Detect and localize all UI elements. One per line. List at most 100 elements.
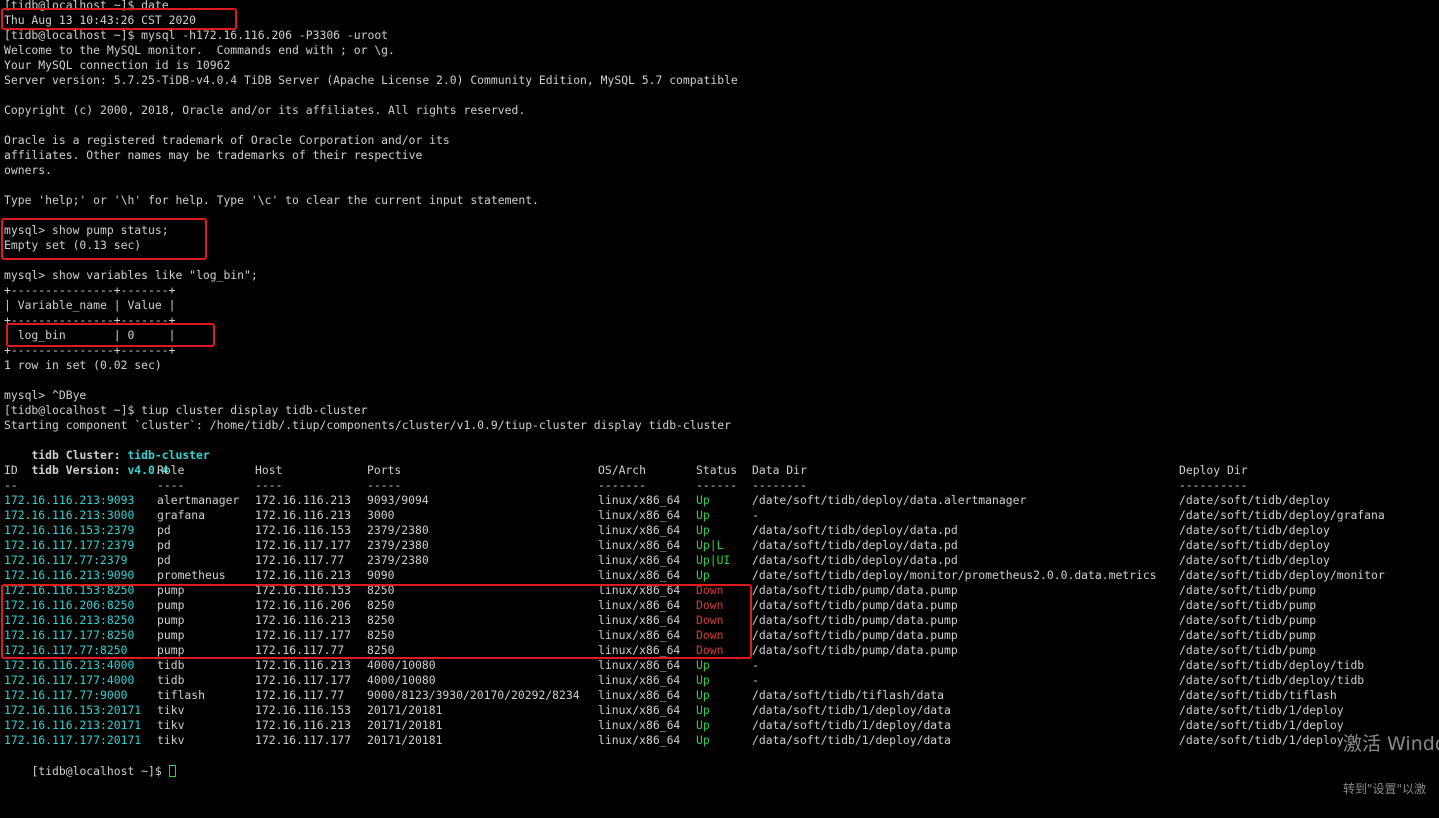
cluster-version-line: tidb Version: v4.0.4 (4, 448, 168, 477)
cell-deploy-dir: /date/soft/tidb/deploy/grafana (1179, 508, 1385, 522)
cell-id: 172.16.116.213:3000 (4, 508, 135, 522)
cell-data-dir: Data Dir (752, 463, 807, 477)
cell-ports: 8250 (367, 628, 395, 642)
table-separator: -- ---- ---- ----- ------- ------ -------- ----… (0, 478, 1439, 493)
cell-ports: 4000/10080 (367, 658, 436, 672)
cell-data-dir: /data/soft/tidb/1/deploy/data (752, 733, 951, 747)
cell-status: Down (696, 643, 724, 657)
terminal-line: | Variable_name | Value | (4, 298, 176, 312)
cell-id: 172.16.117.177:8250 (4, 628, 135, 642)
cell-os-arch: linux/x86_64 (598, 538, 681, 552)
watermark-line2: 转到"设置"以激 (1343, 781, 1427, 796)
cell-ports: 8250 (367, 613, 395, 627)
cell-os-arch: linux/x86_64 (598, 553, 681, 567)
cell-deploy-dir: /date/soft/tidb/pump (1179, 583, 1317, 597)
cell-ports: 9000/8123/3930/20170/20292/8234 (367, 688, 580, 702)
cell-deploy-dir: /date/soft/tidb/deploy (1179, 493, 1330, 507)
terminal-line: | log_bin | 0 | (4, 328, 176, 342)
final-prompt-line[interactable]: [tidb@localhost ~]$ (4, 748, 176, 778)
table-row: 172.16.116.213:8250 pump 172.16.116.213 825… (0, 613, 1439, 628)
cell-ports: 9093/9094 (367, 493, 429, 507)
terminal-line: mysql> ^DBye (4, 388, 87, 402)
terminal-line: owners. (4, 163, 53, 177)
cell-data-dir: /data/soft/tidb/deploy/data.pd (752, 523, 958, 537)
cell-deploy-dir: /date/soft/tidb/tiflash (1179, 688, 1337, 702)
cell-host: Host (255, 463, 283, 477)
terminal-line: Copyright (c) 2000, 2018, Oracle and/or … (4, 103, 526, 117)
terminal-window[interactable]: [tidb@localhost ~]$ date Thu Aug 13 10:43… (0, 0, 1439, 795)
cell-data-dir: /data/soft/tidb/pump/data.pump (752, 583, 958, 597)
table-header: ID Role Host Ports OS/Arch Status Data Dir Depl… (0, 463, 1439, 478)
cell-data-dir: /data/soft/tidb/pump/data.pump (752, 643, 958, 657)
cell-host: 172.16.116.213 (255, 508, 352, 522)
cell-status: Status (696, 463, 738, 477)
cell-ports: Ports (367, 463, 402, 477)
table-row: 172.16.117.177:8250 pump 172.16.117.177 825… (0, 628, 1439, 643)
cell-os-arch: linux/x86_64 (598, 493, 681, 507)
cell-ports: 2379/2380 (367, 553, 429, 567)
cell-host: 172.16.116.213 (255, 718, 352, 732)
cell-status: Up (696, 673, 710, 687)
cell-ports: 4000/10080 (367, 673, 436, 687)
cell-ports: 20171/20181 (367, 718, 443, 732)
cell-status: Up (696, 508, 710, 522)
cell-host: 172.16.117.177 (255, 733, 352, 747)
cell-role: pump (157, 613, 185, 627)
cell-id: 172.16.116.213:9090 (4, 568, 135, 582)
cell-role: tidb (157, 673, 185, 687)
cell-host: 172.16.117.177 (255, 538, 352, 552)
cell-id: ID (4, 463, 18, 477)
table-row: 172.16.116.213:20171 tikv 172.16.116.213 20… (0, 718, 1439, 733)
terminal-line: Thu Aug 13 10:43:26 CST 2020 (4, 13, 197, 27)
cell-os-arch: linux/x86_64 (598, 598, 681, 612)
cell-data-dir: /data/soft/tidb/deploy/data.pd (752, 538, 958, 552)
table-row: 172.16.116.153:8250 pump 172.16.116.153 825… (0, 583, 1439, 598)
final-prompt: [tidb@localhost ~]$ (31, 764, 169, 778)
table-row: 172.16.117.77:8250 pump 172.16.117.77 8250 l… (0, 643, 1439, 658)
cell-role: prometheus (157, 568, 226, 582)
cell-data-dir: /data/soft/tidb/1/deploy/data (752, 703, 951, 717)
cell-id: 172.16.117.77:9000 (4, 688, 128, 702)
cell-deploy-dir: ---------- (1179, 478, 1248, 492)
cell-host: 172.16.116.206 (255, 598, 352, 612)
cell-data-dir: - (752, 658, 759, 672)
terminal-line: +---------------+-------+ (4, 313, 176, 327)
cell-id: 172.16.116.213:8250 (4, 613, 135, 627)
cell-deploy-dir: /date/soft/tidb/pump (1179, 643, 1317, 657)
cell-status: Up|UI (696, 553, 731, 567)
cell-deploy-dir: /date/soft/tidb/1/deploy (1179, 733, 1344, 747)
cell-os-arch: ------- (598, 478, 647, 492)
cell-status: Up (696, 493, 710, 507)
cell-ports: 8250 (367, 583, 395, 597)
cell-data-dir: /date/soft/tidb/deploy/data.alertmanager (752, 493, 1027, 507)
table-row: 172.16.117.177:20171 tikv 172.16.117.177 20… (0, 733, 1439, 748)
cell-deploy-dir: /date/soft/tidb/deploy (1179, 523, 1330, 537)
cell-ports: 8250 (367, 598, 395, 612)
cell-status: Down (696, 628, 724, 642)
cell-os-arch: linux/x86_64 (598, 658, 681, 672)
cell-host: 172.16.116.213 (255, 568, 352, 582)
cell-role: pd (157, 538, 171, 552)
cell-id: 172.16.117.177:20171 (4, 733, 142, 747)
cell-status: ------ (696, 478, 738, 492)
cell-ports: 20171/20181 (367, 703, 443, 717)
cell-status: Down (696, 613, 724, 627)
cell-role: alertmanager (157, 493, 240, 507)
cell-deploy-dir: /date/soft/tidb/deploy/tidb (1179, 658, 1365, 672)
cell-status: Up (696, 703, 710, 717)
cell-id: 172.16.117.77:2379 (4, 553, 128, 567)
cell-role: tikv (157, 733, 185, 747)
cell-host: 172.16.116.153 (255, 583, 352, 597)
table-row: 172.16.116.213:3000 grafana 172.16.116.213… (0, 508, 1439, 523)
cell-data-dir: /data/soft/tidb/pump/data.pump (752, 628, 958, 642)
cell-data-dir: -------- (752, 478, 807, 492)
cell-id: 172.16.116.213:20171 (4, 718, 142, 732)
cell-role: pump (157, 583, 185, 597)
table-row: 172.16.117.77:9000 tiflash 172.16.117.77 90… (0, 688, 1439, 703)
cell-deploy-dir: /date/soft/tidb/pump (1179, 628, 1317, 642)
cell-role: ---- (157, 478, 185, 492)
cell-host: 172.16.116.153 (255, 523, 352, 537)
cell-os-arch: linux/x86_64 (598, 718, 681, 732)
cell-data-dir: - (752, 508, 759, 522)
cell-status: Down (696, 598, 724, 612)
